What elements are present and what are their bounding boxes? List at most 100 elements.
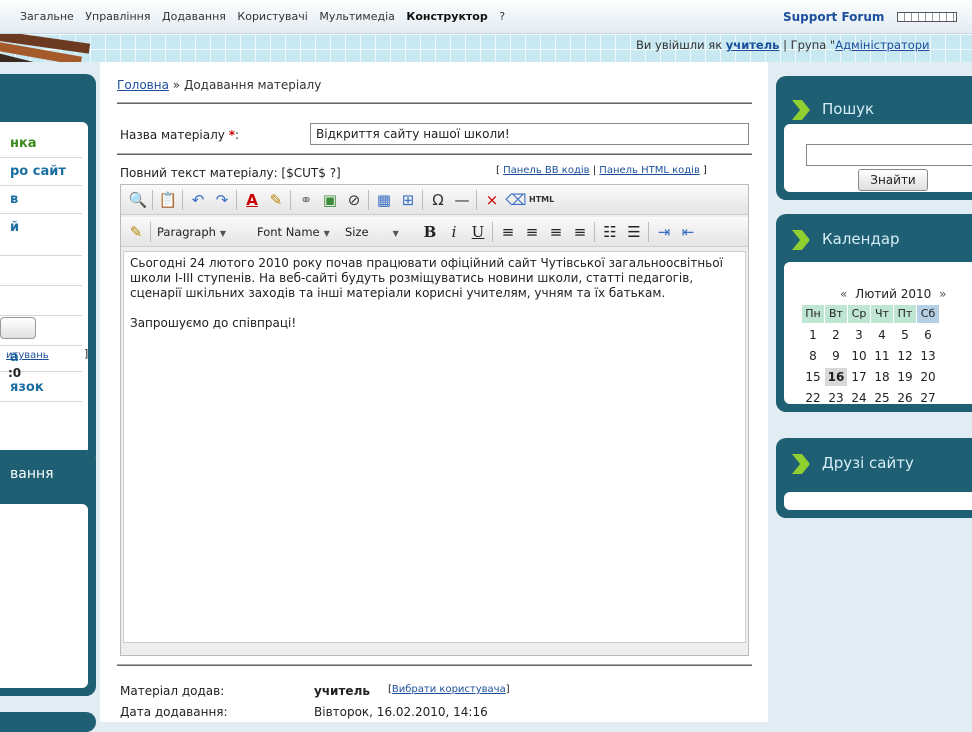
sidebar-item-5[interactable] [0, 288, 82, 316]
left-sidebar: нка ро сайт в й а язок вання итувань ] :… [0, 62, 100, 732]
calendar-day[interactable]: 2 [825, 326, 847, 344]
image-icon[interactable]: ▣ [319, 189, 341, 211]
left-panel-button[interactable] [0, 317, 36, 339]
calendar-panel-title: Календар [822, 230, 900, 248]
support-forum-link[interactable]: Support Forum [783, 10, 884, 24]
redo-icon[interactable]: ↷ [211, 189, 233, 211]
special-char-icon[interactable]: Ω [427, 189, 449, 211]
text-color-icon[interactable]: A [241, 189, 263, 211]
format-icon[interactable]: ✎ [125, 221, 147, 243]
remove-format-icon[interactable]: × [481, 189, 503, 211]
calendar-weekday: Вт [825, 305, 847, 323]
calendar-day[interactable]: 17 [848, 368, 870, 386]
sidebar-item-3[interactable]: й [0, 214, 82, 256]
align-right-icon[interactable]: ≡ [545, 221, 567, 243]
align-justify-icon[interactable]: ≡ [569, 221, 591, 243]
calendar-day[interactable]: 13 [917, 347, 939, 365]
calendar-day[interactable]: 26 [894, 389, 916, 407]
left-panel-3 [0, 712, 96, 732]
paste-icon[interactable]: 📋 [157, 189, 179, 211]
undo-icon[interactable]: ↶ [187, 189, 209, 211]
calendar-day[interactable]: 11 [871, 347, 893, 365]
calendar-day[interactable]: 19 [894, 368, 916, 386]
calendar-day[interactable]: 25 [871, 389, 893, 407]
breadcrumb-current: Додавання матеріалу [183, 78, 322, 92]
calendar-day[interactable]: 10 [848, 347, 870, 365]
calendar-day[interactable]: 1 [802, 326, 824, 344]
highlight-color-icon[interactable]: ✎ [265, 189, 287, 211]
sidebar-item-2[interactable]: в [0, 186, 82, 214]
calendar-day[interactable]: 8 [802, 347, 824, 365]
editor-content-area[interactable]: Сьогодні 24 лютого 2010 року почав працю… [123, 251, 746, 643]
font-name-select-value: Font Name [257, 225, 320, 239]
eraser-icon[interactable]: ⌫ [505, 189, 527, 211]
menu-item-users[interactable]: Користувачі [237, 10, 307, 23]
breadcrumb-home-link[interactable]: Головна [117, 78, 169, 92]
calendar-day[interactable]: 12 [894, 347, 916, 365]
underline-icon[interactable]: U [467, 221, 489, 243]
bb-codes-link[interactable]: Панель BB кодів [503, 165, 589, 176]
table-edit-icon[interactable]: ⊞ [397, 189, 419, 211]
font-size-select[interactable]: Size ▼ [341, 222, 411, 242]
horizontal-rule-icon[interactable]: — [451, 189, 473, 211]
calendar-day[interactable]: 20 [917, 368, 939, 386]
calendar-day[interactable]: 15 [802, 368, 824, 386]
choose-user-link[interactable]: Вибрати користувача [392, 684, 506, 695]
font-name-select[interactable]: Font Name ▼ [253, 222, 341, 242]
left-panel-link[interactable]: итувань [6, 350, 49, 361]
calendar-day[interactable]: 3 [848, 326, 870, 344]
menu-item-general[interactable]: Загальне [20, 10, 74, 23]
title-label-text: Назва матеріалу [120, 128, 225, 142]
menu-item-management[interactable]: Управління [85, 10, 150, 23]
bracket-open: [ [496, 165, 500, 176]
chevron-down-icon: ▼ [392, 229, 399, 238]
login-user-link[interactable]: учитель [726, 38, 780, 52]
calendar-prev[interactable]: « [840, 287, 847, 301]
calendar-day[interactable]: 24 [848, 389, 870, 407]
calendar-weekday: Пн [802, 305, 824, 323]
html-source-icon[interactable]: HTML [529, 189, 554, 211]
calendar-day[interactable]: 27 [917, 389, 939, 407]
menu-item-constructor[interactable]: Конструктор [406, 10, 487, 23]
calendar-day[interactable]: 4 [871, 326, 893, 344]
login-group-link[interactable]: Адміністратори [835, 38, 929, 52]
right-sidebar: Пошук Знайти Календар « Лютий 2010 » Пн В… [768, 62, 972, 722]
table-icon[interactable]: ▦ [373, 189, 395, 211]
search-input[interactable] [806, 144, 972, 166]
rich-text-editor: 🔍 📋 ↶ ↷ A ✎ ⚭ ▣ ⊘ ▦ ⊞ Ω — × ⌫ HTML ✎ Par… [120, 184, 749, 656]
calendar-day[interactable]: 23 [825, 389, 847, 407]
sidebar-item-1[interactable]: ро сайт [0, 158, 82, 186]
calendar-day[interactable]: 22 [802, 389, 824, 407]
bold-icon[interactable]: B [419, 221, 441, 243]
search-button[interactable]: Знайти [858, 169, 928, 191]
sidebar-item-4[interactable] [0, 258, 82, 286]
align-center-icon[interactable]: ≡ [521, 221, 543, 243]
calendar-weekday: Пт [894, 305, 916, 323]
paragraph-select[interactable]: Paragraph ▼ [153, 222, 253, 242]
calendar-day[interactable]: 16 [825, 368, 847, 386]
menu-item-multimedia[interactable]: Мультимедіа [319, 10, 395, 23]
no-format-icon[interactable]: ⊘ [343, 189, 365, 211]
outdent-icon[interactable]: ⇤ [677, 221, 699, 243]
chevron-right-icon [792, 230, 810, 250]
html-codes-link[interactable]: Панель HTML кодів [599, 165, 700, 176]
editor-toolbar-1: 🔍 📋 ↶ ↷ A ✎ ⚭ ▣ ⊘ ▦ ⊞ Ω — × ⌫ HTML [121, 185, 748, 215]
calendar-day[interactable]: 5 [894, 326, 916, 344]
unordered-list-icon[interactable]: ☰ [623, 221, 645, 243]
menu-item-add[interactable]: Додавання [162, 10, 226, 23]
calendar-day[interactable]: 6 [917, 326, 939, 344]
calendar-day[interactable]: 18 [871, 368, 893, 386]
calendar-day[interactable]: 9 [825, 347, 847, 365]
calendar-next[interactable]: » [939, 287, 946, 301]
forum-toggle-bar[interactable] [897, 12, 957, 22]
sidebar-item-0[interactable]: нка [0, 130, 82, 158]
align-left-icon[interactable]: ≡ [497, 221, 519, 243]
calendar-month: Лютий 2010 [855, 287, 932, 301]
title-input[interactable] [310, 123, 749, 145]
menu-item-help[interactable]: ? [499, 10, 505, 23]
find-icon[interactable]: 🔍 [127, 189, 149, 211]
link-icon[interactable]: ⚭ [295, 189, 317, 211]
italic-icon[interactable]: i [443, 221, 465, 243]
indent-icon[interactable]: ⇥ [653, 221, 675, 243]
ordered-list-icon[interactable]: ☷ [599, 221, 621, 243]
